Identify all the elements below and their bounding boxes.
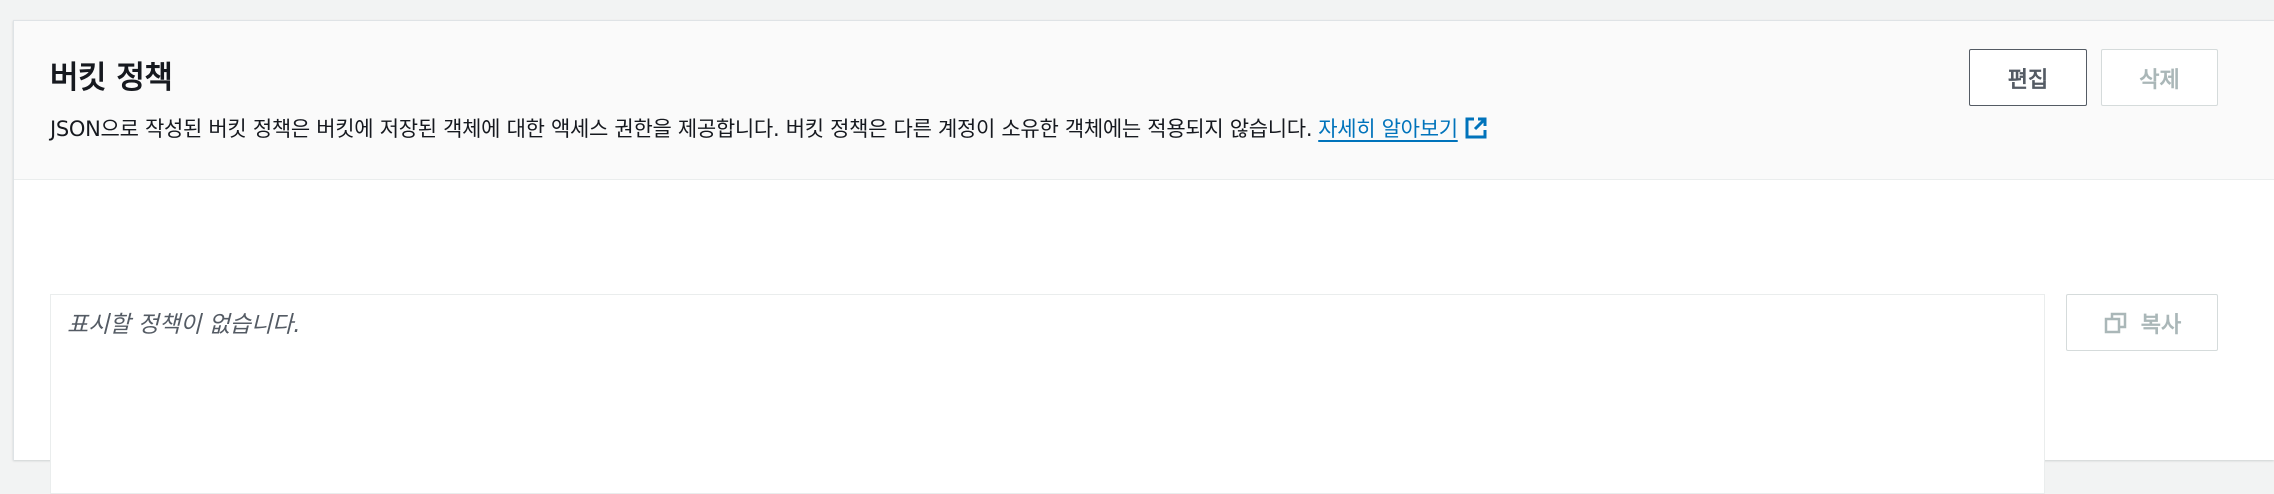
edit-button[interactable]: 편집: [1969, 49, 2087, 106]
copy-icon: [2104, 312, 2126, 333]
bucket-policy-panel: 버킷 정책 JSON으로 작성된 버킷 정책은 버킷에 저장된 객체에 대한 액…: [13, 20, 2274, 494]
external-link-icon[interactable]: [1464, 116, 1488, 140]
delete-button[interactable]: 삭제: [2101, 49, 2218, 106]
learn-more-link[interactable]: 자세히 알아보기: [1318, 117, 1458, 141]
copy-button[interactable]: 복사: [2066, 294, 2218, 351]
panel-header: 버킷 정책 JSON으로 작성된 버킷 정책은 버킷에 저장된 객체에 대한 액…: [14, 21, 2274, 180]
learn-more-label: 자세히 알아보기: [1318, 117, 1458, 141]
description-text: JSON으로 작성된 버킷 정책은 버킷에 저장된 객체에 대한 액세스 권한을…: [50, 117, 1313, 141]
policy-empty-text: 표시할 정책이 없습니다.: [67, 312, 301, 338]
panel-title: 버킷 정책: [50, 60, 173, 96]
panel-description: JSON으로 작성된 버킷 정책은 버킷에 저장된 객체에 대한 액세스 권한을…: [50, 113, 1488, 143]
copy-label: 복사: [2140, 312, 2182, 338]
policy-viewer: 표시할 정책이 없습니다.: [50, 294, 2045, 494]
